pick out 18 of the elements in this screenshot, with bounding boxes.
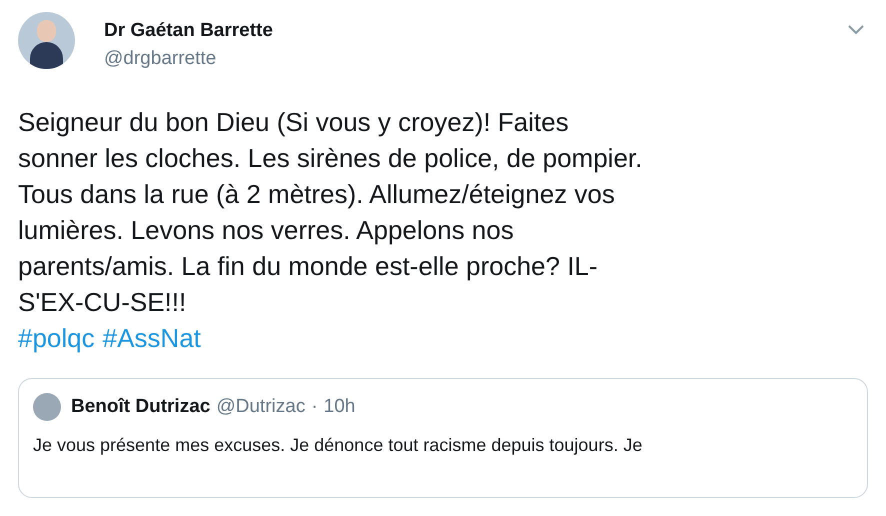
avatar-placeholder [33, 393, 61, 422]
tweet-time: 10h [324, 395, 356, 419]
tweet-text: Tous dans la rue (à 2 mètres). Allumez/éteignez vos [18, 178, 615, 211]
quoted-tweet-text: Je vous présente mes excuses. Je dénonce tout racisme depuis toujours. Je [33, 434, 642, 457]
tweet-text: S'EX-CU-SE!!! [18, 286, 186, 319]
author-handle[interactable]: @drgbarrette [104, 47, 273, 71]
author-name: Benoît Dutrizac [71, 395, 210, 419]
tweet-text: sonner les cloches. Les sirènes de police, de pompier. [18, 142, 642, 175]
separator-dot: · [311, 395, 318, 419]
author-name[interactable]: Dr Gaétan Barrette [104, 19, 273, 43]
chevron-down-icon[interactable] [848, 25, 864, 35]
quoted-tweet-card[interactable]: Benoît Dutrizac @Dutrizac · 10h Je vous présente mes excuses. Je dénonce tout racisme depuis toujours. Je [18, 378, 868, 498]
hashtag-link[interactable]: #polqc [18, 320, 95, 356]
tweet-text: Seigneur du bon Dieu (Si vous y croyez)! Faites [18, 106, 569, 139]
author-handle: @Dutrizac [216, 395, 306, 419]
tweet-text: lumières. Levons nos verres. Appelons nos [18, 214, 514, 247]
hashtag-link[interactable]: #AssNat [102, 320, 201, 356]
tweet-text: parents/amis. La fin du monde est-elle proche? IL- [18, 250, 598, 283]
